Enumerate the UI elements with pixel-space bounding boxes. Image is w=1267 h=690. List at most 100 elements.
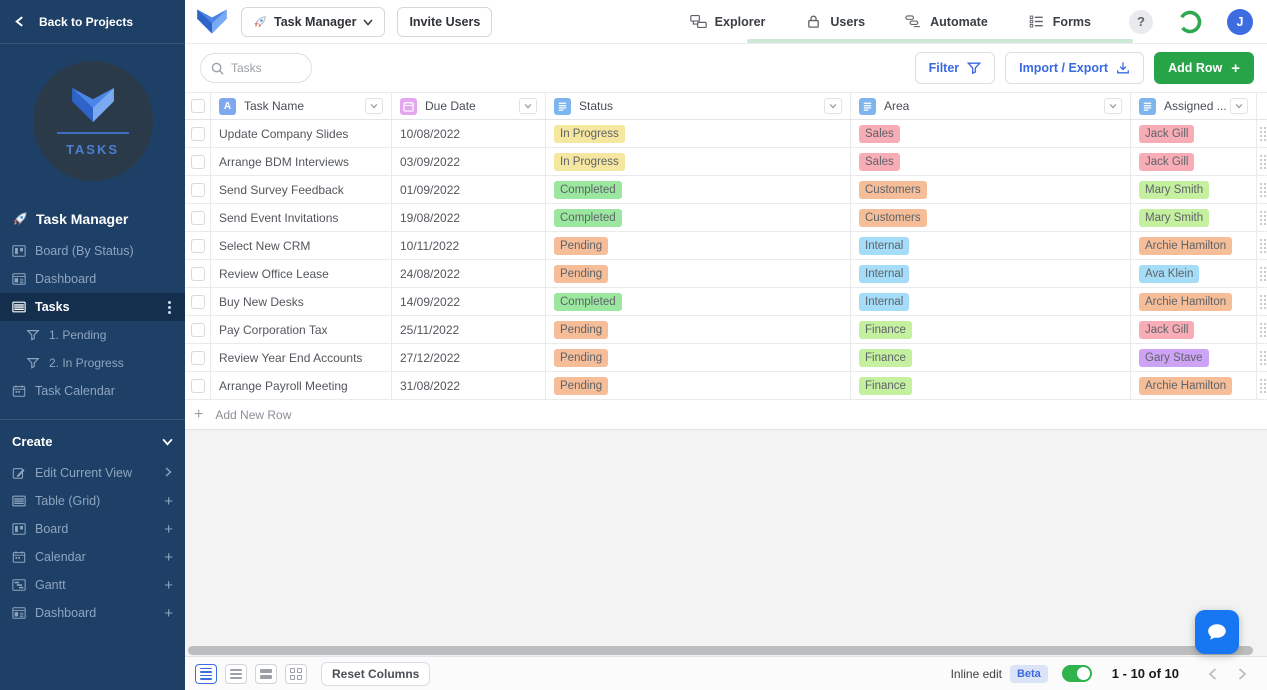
area-chip[interactable]: Finance <box>859 320 912 339</box>
column-header-assigned[interactable]: Assigned ... <box>1131 93 1257 119</box>
due-date-cell[interactable]: 27/12/2022 <box>392 344 546 371</box>
area-cell[interactable]: Customers <box>851 204 1131 231</box>
due-date-cell[interactable]: 19/08/2022 <box>392 204 546 231</box>
status-cell[interactable]: In Progress <box>546 148 851 175</box>
table-row[interactable]: Send Survey Feedback 01/09/2022 Complete… <box>185 176 1267 204</box>
next-page-button[interactable] <box>1231 663 1253 685</box>
area-chip[interactable]: Sales <box>859 124 900 143</box>
create-table-grid[interactable]: Table (Grid) + <box>0 487 185 515</box>
assigned-chip[interactable]: Archie Hamilton <box>1139 292 1233 311</box>
assigned-cell[interactable]: Jack Gill <box>1131 148 1257 175</box>
assigned-cell[interactable]: Archie Hamilton <box>1131 232 1257 259</box>
status-chip[interactable]: In Progress <box>554 124 625 143</box>
column-header-due-date[interactable]: Due Date <box>392 93 546 119</box>
assigned-cell[interactable]: Mary Smith <box>1131 204 1257 231</box>
status-chip[interactable]: In Progress <box>554 152 625 171</box>
area-chip[interactable]: Finance <box>859 348 912 367</box>
area-cell[interactable]: Finance <box>851 372 1131 399</box>
status-chip[interactable]: Pending <box>554 320 609 339</box>
task-name-cell[interactable]: Send Survey Feedback <box>211 176 392 203</box>
status-cell[interactable]: Completed <box>546 204 851 231</box>
column-menu-button[interactable] <box>519 98 537 114</box>
due-date-cell[interactable]: 01/09/2022 <box>392 176 546 203</box>
assigned-chip[interactable]: Archie Hamilton <box>1139 236 1233 255</box>
table-row[interactable]: Update Company Slides 10/08/2022 In Prog… <box>185 120 1267 148</box>
plus-icon[interactable]: + <box>164 605 173 622</box>
plus-icon[interactable]: + <box>164 493 173 510</box>
status-chip[interactable]: Pending <box>554 236 609 255</box>
onboarding-progress-ring[interactable] <box>1177 9 1203 35</box>
plus-icon[interactable]: + <box>164 521 173 538</box>
column-header-status[interactable]: Status <box>546 93 851 119</box>
assigned-chip[interactable]: Mary Smith <box>1139 180 1210 199</box>
row-height-medium-button[interactable] <box>225 663 247 684</box>
task-name-cell[interactable]: Send Event Invitations <box>211 204 392 231</box>
area-chip[interactable]: Internal <box>859 236 910 255</box>
sidebar-view-in-progress[interactable]: 2. In Progress <box>0 349 185 377</box>
row-checkbox[interactable] <box>190 182 205 197</box>
create-board[interactable]: Board + <box>0 515 185 543</box>
view-options-menu-icon[interactable] <box>168 300 171 314</box>
status-chip[interactable]: Pending <box>554 348 609 367</box>
scrollbar-thumb[interactable] <box>188 645 1254 655</box>
assigned-cell[interactable]: Archie Hamilton <box>1131 372 1257 399</box>
column-header-area[interactable]: Area <box>851 93 1131 119</box>
assigned-chip[interactable]: Jack Gill <box>1139 124 1195 143</box>
search-input[interactable] <box>231 61 301 75</box>
nav-automate[interactable]: Automate <box>905 14 988 29</box>
task-name-cell[interactable]: Buy New Desks <box>211 288 392 315</box>
assigned-chip[interactable]: Gary Stave <box>1139 348 1209 367</box>
help-button[interactable]: ? <box>1129 9 1153 34</box>
status-cell[interactable]: Pending <box>546 372 851 399</box>
row-height-short-button[interactable] <box>195 663 217 684</box>
create-gantt[interactable]: Gantt + <box>0 571 185 599</box>
workspace-avatar[interactable]: TASKS <box>32 61 153 181</box>
create-calendar[interactable]: Calendar + <box>0 543 185 571</box>
invite-users-button[interactable]: Invite Users <box>397 6 493 37</box>
assigned-cell[interactable]: Ava Klein <box>1131 260 1257 287</box>
add-row-button[interactable]: Add Row + <box>1154 52 1254 84</box>
due-date-cell[interactable]: 24/08/2022 <box>392 260 546 287</box>
assigned-cell[interactable]: Gary Stave <box>1131 344 1257 371</box>
area-cell[interactable]: Sales <box>851 120 1131 147</box>
table-row[interactable]: Arrange BDM Interviews 03/09/2022 In Pro… <box>185 148 1267 176</box>
sidebar-view-task-calendar[interactable]: Task Calendar <box>0 377 185 405</box>
stack-switcher-button[interactable]: Task Manager <box>241 6 386 37</box>
row-checkbox[interactable] <box>190 266 205 281</box>
area-cell[interactable]: Customers <box>851 176 1131 203</box>
sidebar-view-pending[interactable]: 1. Pending <box>0 321 185 349</box>
plus-icon[interactable]: + <box>164 577 173 594</box>
due-date-cell[interactable]: 10/08/2022 <box>392 120 546 147</box>
task-name-cell[interactable]: Select New CRM <box>211 232 392 259</box>
status-cell[interactable]: Pending <box>546 232 851 259</box>
table-row[interactable]: Select New CRM 10/11/2022 Pending Intern… <box>185 232 1267 260</box>
horizontal-scrollbar[interactable] <box>185 644 1267 656</box>
table-row[interactable]: Review Office Lease 24/08/2022 Pending I… <box>185 260 1267 288</box>
user-avatar[interactable]: J <box>1227 8 1253 35</box>
nav-users[interactable]: Users <box>805 14 865 29</box>
table-row[interactable]: Review Year End Accounts 27/12/2022 Pend… <box>185 344 1267 372</box>
nav-explorer[interactable]: Explorer <box>689 14 765 29</box>
status-chip[interactable]: Completed <box>554 180 622 199</box>
table-row[interactable]: Buy New Desks 14/09/2022 Completed Inter… <box>185 288 1267 316</box>
row-checkbox[interactable] <box>190 350 205 365</box>
inline-edit-toggle[interactable] <box>1061 665 1092 682</box>
column-menu-button[interactable] <box>1104 98 1122 114</box>
due-date-cell[interactable]: 03/09/2022 <box>392 148 546 175</box>
row-checkbox[interactable] <box>190 322 205 337</box>
area-chip[interactable]: Sales <box>859 152 900 171</box>
gallery-view-button[interactable] <box>285 663 307 684</box>
column-menu-button[interactable] <box>365 98 383 114</box>
row-checkbox[interactable] <box>190 378 205 393</box>
area-chip[interactable]: Customers <box>859 208 927 227</box>
nav-forms[interactable]: Forms <box>1028 14 1091 29</box>
assigned-cell[interactable]: Jack Gill <box>1131 316 1257 343</box>
assigned-chip[interactable]: Ava Klein <box>1139 264 1200 283</box>
row-checkbox[interactable] <box>190 238 205 253</box>
header-select-all[interactable] <box>185 93 211 119</box>
area-cell[interactable]: Internal <box>851 232 1131 259</box>
row-checkbox[interactable] <box>190 294 205 309</box>
assigned-chip[interactable]: Archie Hamilton <box>1139 376 1233 395</box>
area-cell[interactable]: Internal <box>851 288 1131 315</box>
row-height-tall-button[interactable] <box>255 663 277 684</box>
